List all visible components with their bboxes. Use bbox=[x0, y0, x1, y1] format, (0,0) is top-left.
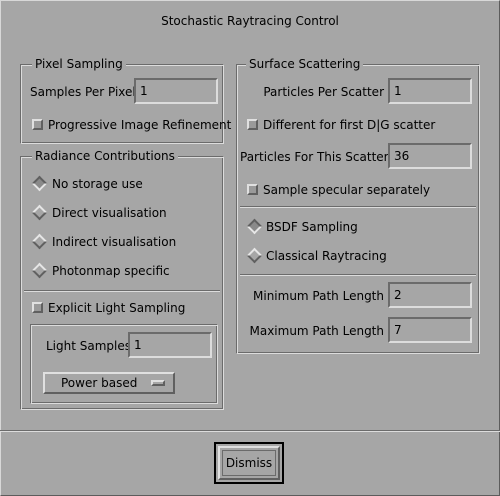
radio-no-storage-label: No storage use bbox=[52, 177, 143, 191]
max-path-length-input[interactable]: 7 bbox=[388, 317, 472, 343]
radiance-separator bbox=[24, 290, 220, 292]
sample-specular-label: Sample specular separately bbox=[263, 183, 431, 197]
particles-this-scatter-label: Particles For This Scatter bbox=[240, 150, 389, 164]
min-path-length-label: Minimum Path Length bbox=[253, 289, 384, 303]
light-samples-label: Light Samples bbox=[46, 339, 132, 353]
light-samples-input[interactable]: 1 bbox=[128, 332, 212, 358]
samples-per-pixel-input[interactable]: 1 bbox=[134, 78, 218, 104]
power-based-option-menu[interactable]: Power based bbox=[43, 372, 175, 394]
explicit-light-sampling-label: Explicit Light Sampling bbox=[48, 301, 186, 315]
bottom-separator bbox=[0, 430, 500, 432]
pixel-sampling-group bbox=[20, 64, 224, 144]
radio-photonmap-specific-label: Photonmap specific bbox=[52, 264, 170, 278]
radio-classical-raytracing-label: Classical Raytracing bbox=[266, 249, 387, 263]
radio-bsdf-sampling-label: BSDF Sampling bbox=[266, 220, 358, 234]
radio-direct-visualisation-label: Direct visualisation bbox=[52, 206, 167, 220]
particles-per-scatter-input[interactable]: 1 bbox=[388, 78, 472, 104]
option-menu-indicator-icon bbox=[151, 380, 165, 386]
surface-scattering-legend: Surface Scattering bbox=[246, 57, 364, 71]
particles-this-scatter-input[interactable]: 36 bbox=[388, 143, 472, 169]
sample-specular-checkbox[interactable] bbox=[247, 184, 258, 195]
dialog-title: Stochastic Raytracing Control bbox=[161, 14, 339, 28]
surface-separator-2 bbox=[240, 274, 476, 276]
progressive-refinement-label: Progressive Image Refinement bbox=[48, 118, 232, 132]
dismiss-button[interactable]: Dismiss bbox=[218, 446, 280, 480]
particles-per-scatter-label: Particles Per Scatter bbox=[263, 85, 384, 99]
different-first-scatter-label: Different for first D|G scatter bbox=[263, 118, 436, 132]
explicit-light-sampling-checkbox[interactable] bbox=[32, 302, 43, 313]
samples-per-pixel-label: Samples Per Pixel bbox=[30, 85, 136, 99]
progressive-refinement-checkbox[interactable] bbox=[32, 119, 43, 130]
surface-scattering-group bbox=[236, 64, 480, 354]
power-based-option-label: Power based bbox=[61, 376, 138, 390]
radiance-legend: Radiance Contributions bbox=[32, 149, 178, 163]
pixel-sampling-legend: Pixel Sampling bbox=[32, 57, 126, 71]
surface-separator-1 bbox=[240, 206, 476, 208]
max-path-length-label: Maximum Path Length bbox=[249, 324, 384, 338]
min-path-length-input[interactable]: 2 bbox=[388, 282, 472, 308]
radio-indirect-visualisation-label: Indirect visualisation bbox=[52, 235, 177, 249]
different-first-scatter-checkbox[interactable] bbox=[247, 119, 258, 130]
